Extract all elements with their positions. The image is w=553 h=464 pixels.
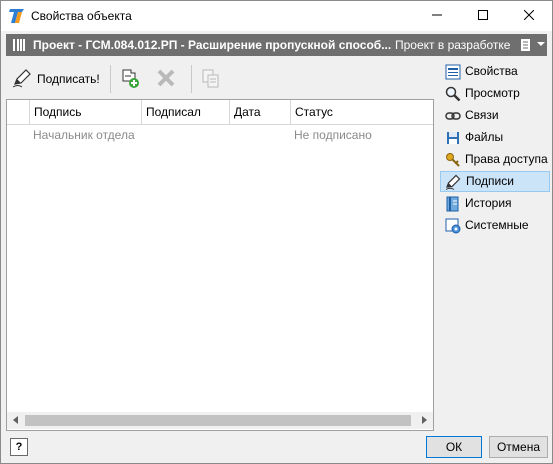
cancel-button[interactable]: Отмена <box>489 436 548 458</box>
nav-item-label: Права доступа <box>465 152 548 166</box>
copy-disabled-icon <box>200 67 222 92</box>
table-row[interactable]: Начальник отдела Не подписано <box>7 124 433 146</box>
properties-nav: Свойства Просмотр Связи Файлы Права дост… <box>440 61 550 237</box>
row-indicator-header <box>7 100 29 124</box>
sign-button[interactable]: Подписать! <box>8 65 104 93</box>
maximize-button[interactable] <box>460 1 506 31</box>
chevron-down-icon[interactable] <box>537 42 545 46</box>
nav-item-files[interactable]: Файлы <box>440 127 550 148</box>
window-title: Свойства объекта <box>31 9 132 23</box>
pen-icon <box>445 174 461 190</box>
scroll-right-icon[interactable] <box>422 416 427 424</box>
nav-item-label: Системные <box>465 218 529 232</box>
column-header-signed-by[interactable]: Подписал <box>141 100 229 124</box>
ok-button[interactable]: ОК <box>426 436 482 458</box>
object-header-bar: Проект - ГСМ.084.012.РП - Расширение про… <box>6 34 547 56</box>
scrollbar-thumb[interactable] <box>25 415 411 426</box>
minimize-icon <box>432 9 442 23</box>
maximize-icon <box>478 9 488 23</box>
toolbar-separator <box>110 65 111 93</box>
keys-icon <box>445 152 461 168</box>
book-icon <box>12 38 26 55</box>
nav-item-access-rights[interactable]: Права доступа <box>440 149 550 170</box>
object-properties-window: Свойства объекта Проект - ГСМ.084.012.РП… <box>0 0 553 464</box>
object-title: Проект - ГСМ.084.012.РП - Расширение про… <box>33 38 392 52</box>
nav-item-links[interactable]: Связи <box>440 105 550 126</box>
nav-item-system[interactable]: Системные <box>440 215 550 236</box>
sign-button-label: Подписать! <box>37 72 100 86</box>
chain-link-icon <box>445 108 461 124</box>
files-icon <box>445 130 461 146</box>
close-button[interactable] <box>506 1 552 31</box>
magnifier-icon <box>445 86 461 102</box>
toolbar-separator <box>191 65 192 93</box>
scroll-left-icon[interactable] <box>13 416 18 424</box>
history-book-icon <box>445 196 461 212</box>
minimize-button[interactable] <box>414 1 460 31</box>
nav-item-signatures[interactable]: Подписи <box>440 171 550 192</box>
pen-sign-icon <box>12 68 32 91</box>
delete-x-icon <box>155 67 177 92</box>
signatures-table: Подпись Подписал Дата Статус Начальник о… <box>6 99 434 431</box>
nav-item-label: Свойства <box>465 64 518 78</box>
nav-item-label: Связи <box>465 108 499 122</box>
nav-item-label: Подписи <box>466 174 514 188</box>
column-header-date[interactable]: Дата <box>229 100 290 124</box>
table-header: Подпись Подписал Дата Статус <box>7 100 433 125</box>
system-gear-icon <box>445 218 461 234</box>
nav-item-label: Файлы <box>465 130 504 144</box>
add-signature-button[interactable] <box>118 67 142 91</box>
signatures-toolbar: Подписать! <box>6 61 431 97</box>
object-state: Проект в разработке <box>395 38 511 52</box>
column-header-status[interactable]: Статус <box>290 100 432 124</box>
cell-signature: Начальник отдела <box>33 128 135 142</box>
help-button[interactable]: ? <box>10 438 28 456</box>
properties-icon <box>445 64 461 80</box>
t-flex-logo-icon <box>9 8 25 24</box>
nav-item-preview[interactable]: Просмотр <box>440 83 550 104</box>
title-bar: Свойства объекта <box>1 1 552 31</box>
delete-signature-button[interactable] <box>154 67 178 91</box>
copy-signature-button[interactable] <box>199 67 223 91</box>
nav-item-label: Просмотр <box>465 86 520 100</box>
horizontal-scrollbar[interactable] <box>7 412 433 429</box>
add-signature-icon <box>119 67 141 92</box>
nav-item-properties[interactable]: Свойства <box>440 61 550 82</box>
nav-item-label: История <box>465 196 512 210</box>
document-menu-icon[interactable] <box>520 38 532 55</box>
cell-status: Не подписано <box>294 128 372 142</box>
column-header-signature[interactable]: Подпись <box>29 100 141 124</box>
close-icon <box>523 9 535 23</box>
cell-date <box>229 124 290 146</box>
cell-signed-by <box>141 124 229 146</box>
nav-item-history[interactable]: История <box>440 193 550 214</box>
